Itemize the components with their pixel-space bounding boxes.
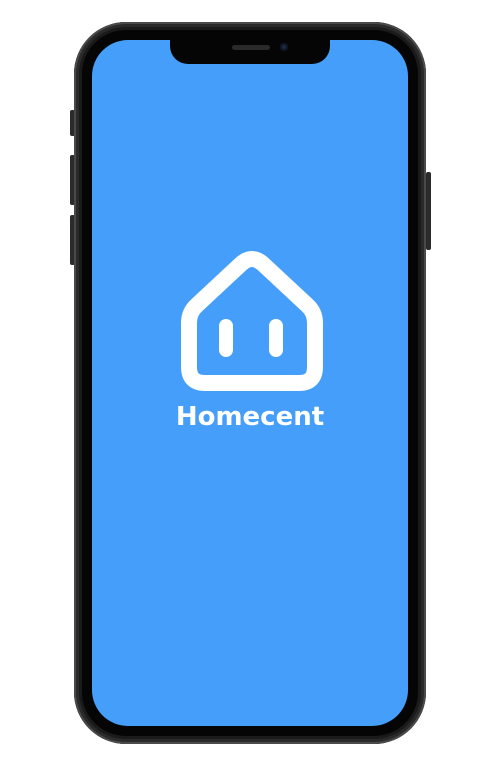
power-button	[426, 172, 431, 250]
device-mockup: Homecent	[0, 0, 501, 764]
earpiece-speaker	[232, 45, 270, 50]
front-camera	[280, 43, 288, 51]
app-name-label: Homecent	[175, 402, 325, 432]
right-eye-icon	[269, 319, 283, 357]
house-icon	[181, 251, 323, 391]
left-eye-icon	[219, 319, 233, 357]
notch	[170, 38, 330, 64]
